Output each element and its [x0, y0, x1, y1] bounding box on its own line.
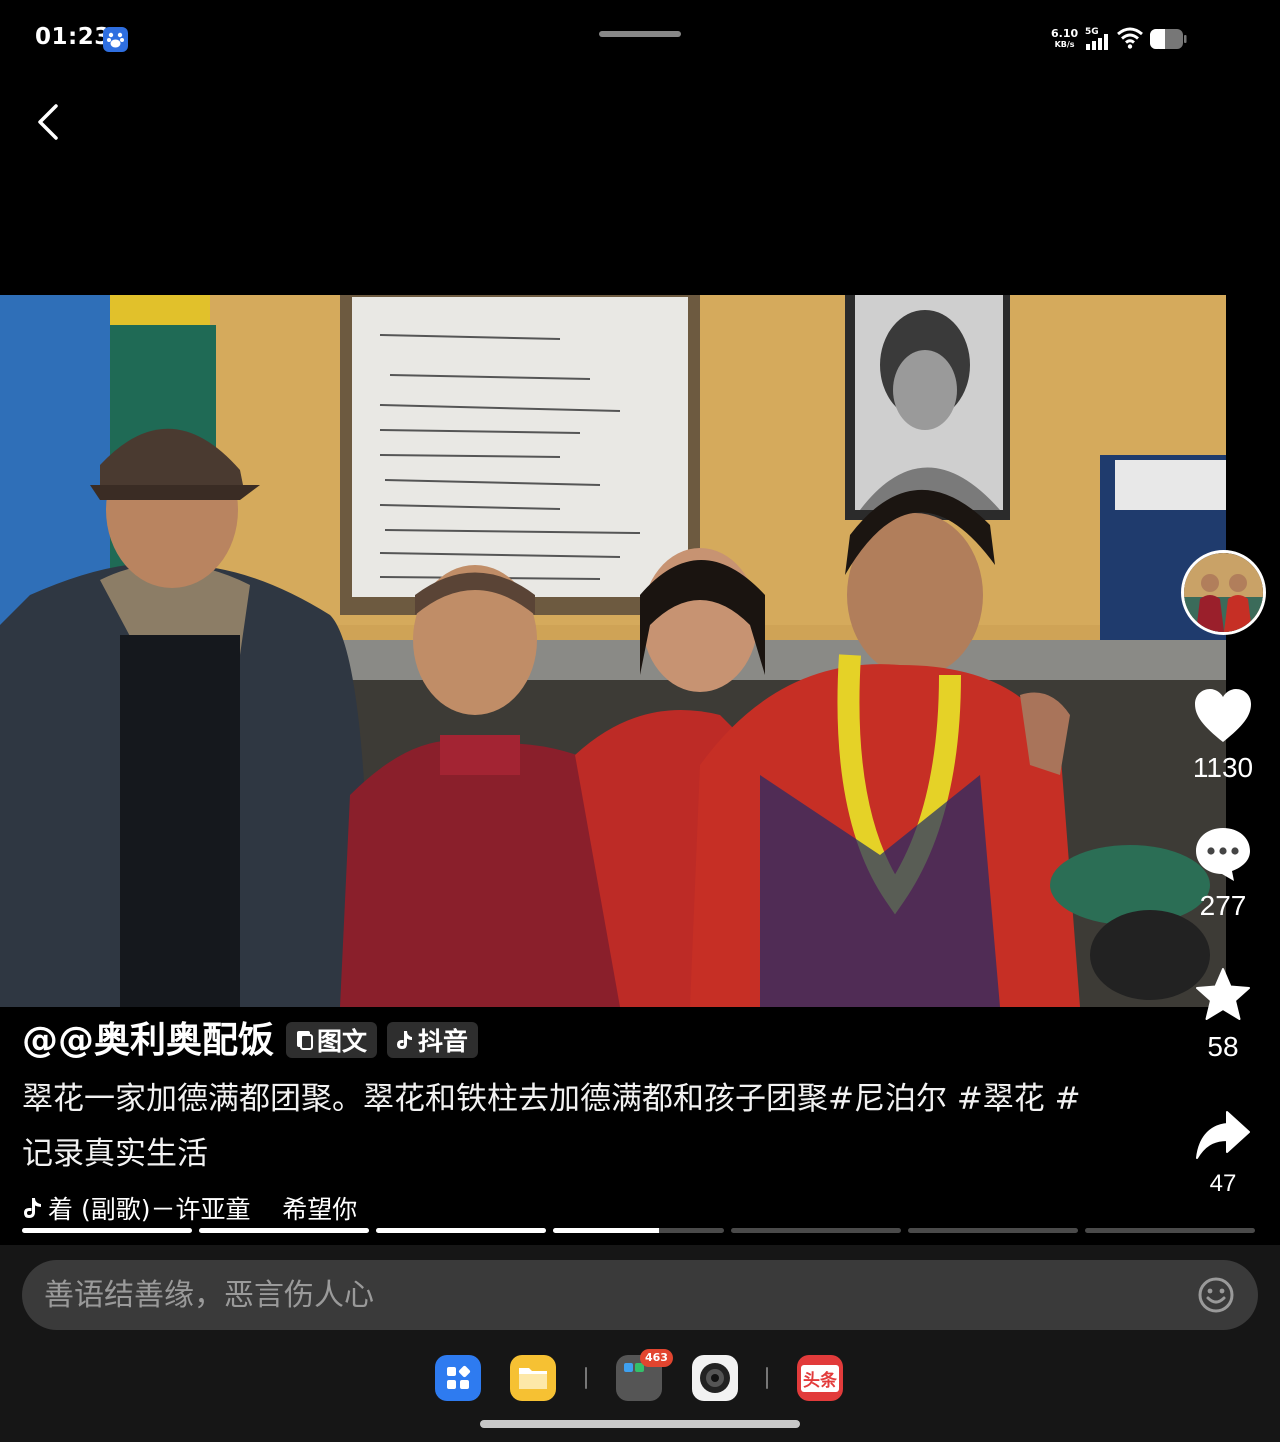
battery-icon [1150, 29, 1187, 49]
share-action[interactable]: 47 [1180, 1110, 1266, 1198]
progress-fill [376, 1228, 547, 1233]
progress-segment [907, 1228, 1078, 1233]
douyin-logo-icon [397, 1031, 413, 1049]
family-photo [0, 295, 1226, 1007]
clock-time: 01:23 [35, 24, 111, 50]
favorite-count: 58 [1207, 1031, 1239, 1062]
toutiao-label: 头条 [801, 1364, 839, 1392]
files-icon[interactable] [510, 1355, 556, 1401]
app-launcher-icon[interactable] [435, 1355, 481, 1401]
baidu-icon [103, 27, 128, 52]
share-arrow-icon [1196, 1111, 1250, 1159]
tag-douyin[interactable]: 抖音 [387, 1022, 479, 1058]
status-bar: 01:23 6.10 KB/s 5G [0, 0, 1280, 80]
tag-photo-text[interactable]: 图文 [286, 1022, 378, 1058]
folder-badge: 463 [640, 1349, 673, 1367]
chevron-left-icon [38, 104, 58, 140]
wifi-icon [1117, 27, 1143, 49]
comment-bubble-icon [1196, 828, 1250, 881]
camera-icon[interactable] [692, 1355, 738, 1401]
emoji-icon[interactable] [1197, 1276, 1235, 1314]
like-count: 1130 [1192, 752, 1254, 783]
author-avatar[interactable] [1181, 550, 1266, 635]
favorite-action[interactable]: 58 [1180, 967, 1266, 1063]
home-indicator[interactable] [480, 1420, 800, 1428]
progress-segment [730, 1228, 901, 1233]
music-note-icon [24, 1198, 41, 1218]
avatar-image [1184, 553, 1263, 632]
comment-input[interactable] [22, 1260, 1258, 1330]
progress-fill [553, 1228, 659, 1233]
image-text-icon [297, 1031, 314, 1050]
progress-segment [376, 1228, 547, 1233]
photo-progress[interactable] [22, 1228, 1255, 1234]
video-description: 翠花一家加德满都团聚。翠花和铁柱去加德满都和孩子团聚#尼泊尔 #翠花 #记录真实… [22, 1081, 1081, 1172]
music-info[interactable]: 着 (副歌)－许亚童 希望你 [22, 1190, 357, 1226]
progress-segment [199, 1228, 370, 1233]
network-speed: 6.10 KB/s [1051, 27, 1079, 49]
dock-separator [585, 1367, 587, 1389]
progress-segment [553, 1228, 724, 1233]
dock-separator [766, 1367, 768, 1389]
video-player[interactable] [0, 295, 1226, 1007]
progress-fill [199, 1228, 370, 1233]
heart-icon [1195, 689, 1251, 742]
share-count: 47 [1209, 1170, 1237, 1197]
comment-action[interactable]: 277 [1180, 826, 1266, 922]
author-row: @@奥利奥配饭 图文 抖音 [22, 1012, 488, 1062]
signal-icon [1086, 34, 1108, 50]
top-drag-handle[interactable] [599, 31, 681, 37]
like-action[interactable]: 1130 [1180, 688, 1266, 784]
progress-fill [22, 1228, 193, 1233]
star-icon [1196, 968, 1250, 1020]
music-title: 着 (副歌)－许亚童 希望你 [48, 1195, 358, 1224]
back-button[interactable] [28, 98, 72, 146]
progress-segment [22, 1228, 193, 1233]
progress-segment [1084, 1228, 1255, 1233]
author-handle[interactable]: @@奥利奥配饭 [22, 1011, 274, 1063]
toutiao-icon[interactable]: 头条 [797, 1355, 843, 1401]
comment-count: 277 [1199, 890, 1247, 921]
